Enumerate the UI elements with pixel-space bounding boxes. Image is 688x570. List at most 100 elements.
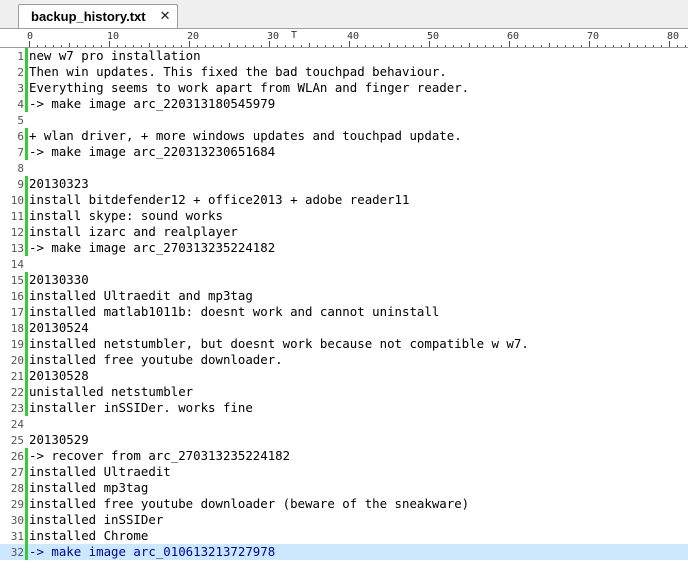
line-number: 23 bbox=[10, 401, 24, 415]
text-editor[interactable]: 1 new w7 pro installation 2 Then win update… bbox=[0, 48, 688, 570]
column-ruler: T 0 10 20 30 40 50 60 70 80 bbox=[0, 30, 688, 48]
line-number: 7 bbox=[17, 145, 24, 159]
line-text: install skype: sound works bbox=[29, 208, 223, 223]
line-number: 1 bbox=[17, 49, 24, 63]
line-text: 20130528 bbox=[29, 368, 89, 383]
line-number: 13 bbox=[10, 241, 24, 255]
line-number: 4 bbox=[17, 97, 24, 111]
line-number: 27 bbox=[10, 465, 24, 479]
line-number: 10 bbox=[10, 193, 24, 207]
line-number: 2 bbox=[17, 65, 24, 79]
line-text: -> make image arc_220313230651684 bbox=[29, 144, 276, 159]
editor-line[interactable]: 32 -> make image arc_010613213727978 bbox=[0, 544, 688, 560]
ruler-label: 0 bbox=[27, 31, 34, 42]
editor-line[interactable]: 28 installed mp3tag bbox=[0, 480, 688, 496]
editor-line[interactable]: 25 20130529 bbox=[0, 432, 688, 448]
editor-line[interactable]: 23 installer inSSIDer. works fine bbox=[0, 400, 688, 416]
editor-line[interactable]: 3 Everything seems to work apart from WLA… bbox=[0, 80, 688, 96]
line-number: 19 bbox=[10, 337, 24, 351]
line-number: 21 bbox=[10, 369, 24, 383]
line-number: 3 bbox=[17, 81, 24, 95]
line-number: 18 bbox=[10, 321, 24, 335]
line-number: 26 bbox=[10, 449, 24, 463]
ruler-label: 20 bbox=[187, 31, 200, 42]
line-text: + wlan driver, + more windows updates an… bbox=[29, 128, 462, 143]
editor-line[interactable]: 26 -> recover from arc_270313235224182 bbox=[0, 448, 688, 464]
line-text: installed Ultraedit and mp3tag bbox=[29, 288, 253, 303]
line-text: install izarc and realplayer bbox=[29, 224, 238, 239]
line-text: installed Ultraedit bbox=[29, 464, 171, 479]
ruler-ticks bbox=[29, 41, 686, 47]
line-number: 30 bbox=[10, 513, 24, 527]
line-text: 20130524 bbox=[29, 320, 89, 335]
editor-line[interactable]: 18 20130524 bbox=[0, 320, 688, 336]
tab-title: backup_history.txt bbox=[31, 9, 146, 24]
line-number: 22 bbox=[10, 385, 24, 399]
line-text: installed inSSIDer bbox=[29, 512, 164, 527]
editor-line[interactable]: 2 Then win updates. This fixed the bad to… bbox=[0, 64, 688, 80]
line-number: 20 bbox=[10, 353, 24, 367]
line-number: 11 bbox=[10, 209, 24, 223]
line-text: installed Chrome bbox=[29, 528, 149, 543]
line-text: Everything seems to work apart from WLAn… bbox=[29, 80, 470, 95]
editor-line[interactable]: 14 bbox=[0, 256, 688, 272]
editor-line[interactable]: 6 + wlan driver, + more windows updates a… bbox=[0, 128, 688, 144]
line-number: 5 bbox=[17, 113, 24, 127]
editor-line[interactable]: 17 installed matlab1011b: doesnt work and… bbox=[0, 304, 688, 320]
line-text: -> make image arc_010613213727978 bbox=[29, 544, 276, 559]
ruler-label: 70 bbox=[587, 31, 600, 42]
line-text: installed matlab1011b: doesnt work and c… bbox=[29, 304, 440, 319]
line-text: -> make image arc_270313235224182 bbox=[29, 240, 276, 255]
ruler-label: 10 bbox=[107, 31, 120, 42]
editor-line[interactable]: 31 installed Chrome bbox=[0, 528, 688, 544]
line-text: installed mp3tag bbox=[29, 480, 149, 495]
line-number: 16 bbox=[10, 289, 24, 303]
editor-line[interactable]: 10 install bitdefender12 + office2013 + a… bbox=[0, 192, 688, 208]
line-text: 20130323 bbox=[29, 176, 89, 191]
line-number: 32 bbox=[10, 545, 24, 559]
line-text: installed free youtube downloader. bbox=[29, 352, 283, 367]
close-icon[interactable]: ✕ bbox=[160, 10, 171, 23]
editor-line[interactable]: 11 install skype: sound works bbox=[0, 208, 688, 224]
ruler-label: 40 bbox=[347, 31, 360, 42]
line-number: 31 bbox=[10, 529, 24, 543]
editor-line[interactable]: 22 unistalled netstumbler bbox=[0, 384, 688, 400]
editor-line[interactable]: 8 bbox=[0, 160, 688, 176]
line-number: 29 bbox=[10, 497, 24, 511]
line-number: 15 bbox=[10, 273, 24, 287]
editor-line[interactable]: 12 install izarc and realplayer bbox=[0, 224, 688, 240]
editor-line[interactable]: 1 new w7 pro installation bbox=[0, 48, 688, 64]
line-number: 24 bbox=[10, 417, 24, 431]
line-text: installed free youtube downloader (bewar… bbox=[29, 496, 470, 511]
change-marker bbox=[25, 160, 28, 176]
editor-line[interactable]: 20 installed free youtube downloader. bbox=[0, 352, 688, 368]
line-text: -> recover from arc_270313235224182 bbox=[29, 448, 291, 463]
editor-line[interactable]: 4 -> make image arc_220313180545979 bbox=[0, 96, 688, 112]
line-text: installed netstumbler, but doesnt work b… bbox=[29, 336, 529, 351]
line-number: 12 bbox=[10, 225, 24, 239]
editor-line[interactable]: 24 bbox=[0, 416, 688, 432]
line-text: -> make image arc_220313180545979 bbox=[29, 96, 276, 111]
editor-line[interactable]: 15 20130330 bbox=[0, 272, 688, 288]
editor-line[interactable]: 30 installed inSSIDer bbox=[0, 512, 688, 528]
editor-line[interactable]: 29 installed free youtube downloader (bew… bbox=[0, 496, 688, 512]
editor-line[interactable]: 13 -> make image arc_270313235224182 bbox=[0, 240, 688, 256]
editor-line[interactable]: 27 installed Ultraedit bbox=[0, 464, 688, 480]
editor-line[interactable]: 16 installed Ultraedit and mp3tag bbox=[0, 288, 688, 304]
editor-line[interactable]: 19 installed netstumbler, but doesnt work… bbox=[0, 336, 688, 352]
line-text: installer inSSIDer. works fine bbox=[29, 400, 253, 415]
ruler-label: 30 bbox=[267, 31, 280, 42]
ruler-label: 50 bbox=[427, 31, 440, 42]
editor-line[interactable]: 21 20130528 bbox=[0, 368, 688, 384]
tab-bar: backup_history.txt ✕ bbox=[0, 0, 688, 29]
change-marker bbox=[25, 416, 28, 432]
tab-backup-history[interactable]: backup_history.txt ✕ bbox=[18, 4, 178, 28]
editor-line[interactable]: 5 bbox=[0, 112, 688, 128]
editor-line[interactable]: 7 -> make image arc_220313230651684 bbox=[0, 144, 688, 160]
line-text: unistalled netstumbler bbox=[29, 384, 194, 399]
line-text: install bitdefender12 + office2013 + ado… bbox=[29, 192, 410, 207]
line-text: 20130529 bbox=[29, 432, 89, 447]
line-text: Then win updates. This fixed the bad tou… bbox=[29, 64, 447, 79]
editor-line[interactable]: 9 20130323 bbox=[0, 176, 688, 192]
change-marker bbox=[25, 256, 28, 272]
